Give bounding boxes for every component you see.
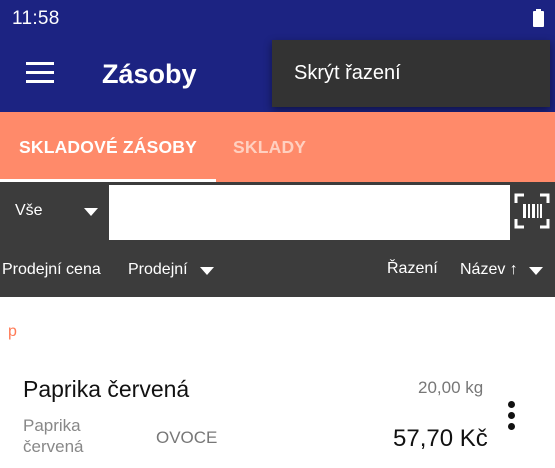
hide-sorting-menu-item[interactable]: Skrýt řazení — [294, 62, 401, 85]
status-time: 11:58 — [12, 8, 60, 29]
chevron-down-icon[interactable] — [529, 267, 543, 275]
sort-order-select[interactable]: Název ↑ — [460, 261, 518, 279]
item-quantity: 20,00 kg — [418, 378, 484, 397]
filter-bar: Vše — [0, 182, 555, 241]
search-input[interactable] — [109, 185, 510, 240]
sort-bar: Prodejní cena Prodejní Řazení Název ↑ — [0, 241, 555, 297]
barcode-scan-icon[interactable] — [514, 192, 550, 230]
sort-order-label: Řazení — [387, 260, 438, 277]
list-item[interactable]: Paprika červená 20,00 kg Paprika červená… — [0, 365, 555, 468]
item-category: OVOCE — [156, 428, 218, 447]
price-type-label: Prodejní cena — [2, 261, 101, 278]
hamburger-menu-icon[interactable] — [26, 62, 54, 84]
more-vert-icon[interactable] — [505, 401, 519, 435]
tab-warehouses[interactable]: SKLADY — [233, 112, 306, 182]
item-price: 57,70 Kč — [393, 425, 488, 452]
filter-select[interactable]: Vše — [15, 202, 43, 220]
page-title: Zásoby — [102, 59, 197, 89]
chevron-down-icon[interactable] — [84, 208, 98, 216]
tab-stock-items[interactable]: SKLADOVÉ ZÁSOBY — [0, 112, 216, 182]
chevron-down-icon[interactable] — [200, 267, 214, 275]
battery-full-icon — [533, 9, 544, 27]
status-bar: 11:58 — [0, 0, 555, 38]
tab-bar: SKLADOVÉ ZÁSOBY SKLADY — [0, 112, 555, 182]
item-name: Paprika červená — [23, 376, 190, 402]
section-header: p — [8, 323, 17, 340]
price-type-select[interactable]: Prodejní — [128, 261, 188, 279]
item-description: Paprika červená — [23, 416, 84, 456]
overflow-menu-popup: Skrýt řazení — [272, 40, 550, 107]
